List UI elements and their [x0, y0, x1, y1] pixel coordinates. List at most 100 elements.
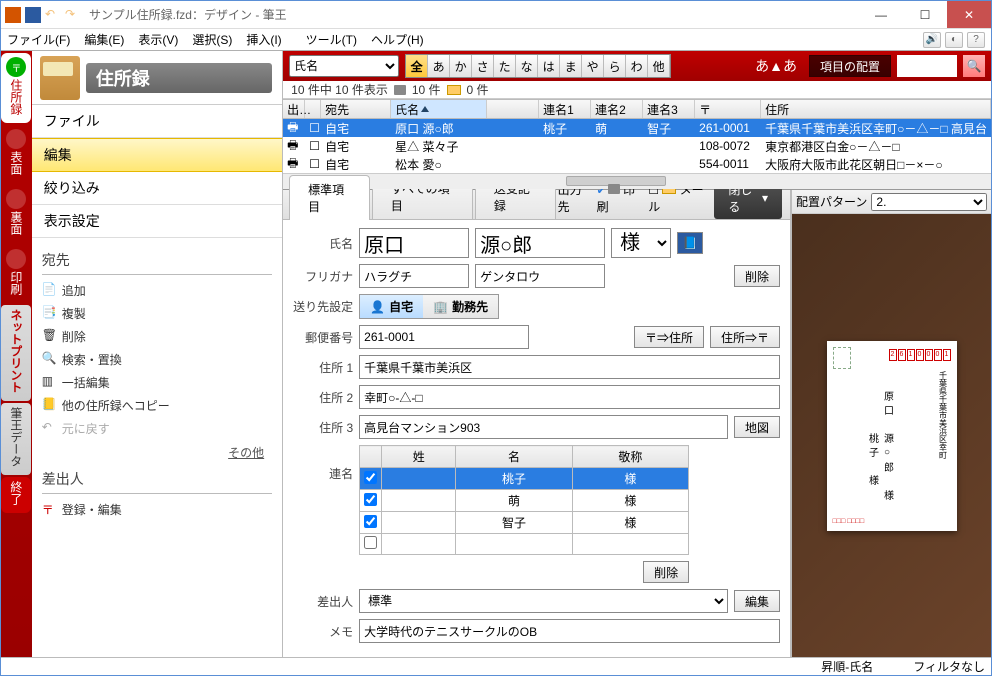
addr3-input[interactable]: [359, 415, 728, 439]
undo-icon[interactable]: ↶: [45, 7, 61, 23]
table-row[interactable]: 🖶☐自宅原口 源○郎桃子萌智子261-0001千葉県千葉市美浜区幸町○－△－□ …: [283, 119, 991, 137]
app-icon: [5, 7, 21, 23]
action-add[interactable]: 📄追加: [42, 279, 272, 302]
furi1-input[interactable]: [359, 264, 469, 288]
panel-title: 住所録: [86, 63, 272, 93]
status-filter: フィルタなし: [913, 658, 985, 675]
action-duplicate[interactable]: 📑複製: [42, 302, 272, 325]
renmei-row[interactable]: 萌様: [360, 490, 689, 512]
redo-icon[interactable]: ↷: [65, 7, 81, 23]
action-bulk[interactable]: ▥一括編集: [42, 371, 272, 394]
close-button[interactable]: ✕: [947, 1, 991, 28]
map-button[interactable]: 地図: [734, 416, 780, 438]
menu-file[interactable]: ファイル(F): [7, 31, 70, 48]
maximize-button[interactable]: ☐: [903, 1, 947, 28]
action-copy[interactable]: 📒他の住所録へコピー: [42, 394, 272, 417]
vtab-exit[interactable]: 終了: [1, 477, 31, 513]
vtab-back[interactable]: 裏面: [1, 185, 31, 243]
sender-heading: 差出人: [42, 465, 272, 494]
dest-home[interactable]: 👤 自宅: [360, 295, 423, 318]
menu-view[interactable]: 表示(V): [138, 31, 178, 48]
name-book-button[interactable]: 📘: [677, 232, 703, 254]
furi2-input[interactable]: [475, 264, 605, 288]
vtab-front[interactable]: 表面: [1, 125, 31, 183]
nav-edit[interactable]: 編集: [32, 138, 282, 172]
kana-ha[interactable]: は: [538, 55, 560, 77]
renmei-row[interactable]: 智子様: [360, 512, 689, 534]
kana-all[interactable]: 全: [406, 55, 428, 77]
grid-hscroll[interactable]: [283, 173, 991, 189]
keisho-select[interactable]: 様: [611, 228, 671, 258]
search-input[interactable]: [897, 55, 957, 77]
vtab-address[interactable]: 〒住所録: [1, 53, 31, 123]
addr2-input[interactable]: [359, 385, 780, 409]
nav-filter[interactable]: 絞り込み: [32, 172, 282, 205]
sort-asc-icon: [421, 106, 429, 112]
menu-tool[interactable]: ツール(T): [306, 31, 357, 48]
search-button[interactable]: 🔍: [963, 55, 985, 77]
shield-icon[interactable]: ◐: [945, 32, 963, 48]
nav-file[interactable]: ファイル: [32, 105, 282, 138]
menu-bar: ファイル(F) 編集(E) 表示(V) 選択(S) 挿入(I) ツール(T) ヘ…: [1, 29, 991, 51]
table-row[interactable]: 🖶☐自宅星△ 菜々子108-0072東京都港区白金○－△－□: [283, 137, 991, 155]
vtab-data[interactable]: 筆王データ: [1, 403, 31, 475]
edit-sender-button[interactable]: 編集: [734, 590, 780, 612]
pattern-select[interactable]: 2.: [871, 193, 987, 211]
dest-heading: 宛先: [42, 246, 272, 275]
sei-input[interactable]: [359, 228, 469, 258]
delete-name-button[interactable]: 削除: [734, 265, 780, 287]
memo-input[interactable]: [359, 619, 780, 643]
book-icon: [40, 56, 80, 100]
grid-header: 出… 宛先 氏名 連名1 連名2 連名3 〒 住所: [283, 99, 991, 119]
save-icon[interactable]: [25, 7, 41, 23]
detail-form: 氏名 様 📘 フリガナ 削除 送り先設定: [283, 220, 790, 657]
kana-na[interactable]: な: [516, 55, 538, 77]
mail-icon: [447, 85, 461, 95]
layout-button[interactable]: 項目の配置: [809, 55, 891, 77]
right-area: 氏名 全 あ か さ た な は ま や ら わ 他 あ▲あ 項目の配置 🔍: [283, 51, 991, 657]
kana-a[interactable]: あ: [428, 55, 450, 77]
action-sender-edit[interactable]: 〒登録・編集: [42, 498, 272, 521]
help-icon[interactable]: ?: [967, 32, 985, 48]
mei-input[interactable]: [475, 228, 605, 258]
addr-to-zip-button[interactable]: 住所⇒〒: [710, 326, 780, 348]
nav-display[interactable]: 表示設定: [32, 205, 282, 238]
minimize-button[interactable]: —: [859, 1, 903, 28]
tab-standard[interactable]: 標準項目: [289, 175, 370, 220]
kana-ra[interactable]: ら: [604, 55, 626, 77]
dest-work[interactable]: 🏢 勤務先: [423, 295, 498, 318]
kana-other[interactable]: 他: [648, 55, 670, 77]
sound-icon[interactable]: 🔊: [923, 32, 941, 48]
action-delete[interactable]: 🗑削除: [42, 325, 272, 348]
addr1-input[interactable]: [359, 355, 780, 379]
postcard-preview: 2610001 千葉県千葉市美浜区幸町 原口 源○郎 様 桃子 様 □□□ □□…: [827, 341, 957, 531]
duplicate-icon: 📑: [42, 305, 56, 319]
kana-ma[interactable]: ま: [560, 55, 582, 77]
zip-to-addr-button[interactable]: 〒⇒住所: [634, 326, 704, 348]
vtab-netprint[interactable]: ネットプリント: [1, 305, 31, 401]
action-find[interactable]: 🔍検索・置換: [42, 348, 272, 371]
address-grid: 出… 宛先 氏名 連名1 連名2 連名3 〒 住所 🖶☐自宅原口 源○郎桃子萌智…: [283, 99, 991, 190]
delete-ren-button[interactable]: 削除: [643, 561, 689, 583]
kana-ta[interactable]: た: [494, 55, 516, 77]
table-row[interactable]: 🖶☐自宅松本 愛○554-0011大阪府大阪市此花区朝日□－×－○: [283, 155, 991, 173]
kana-ka[interactable]: か: [450, 55, 472, 77]
menu-insert[interactable]: 挿入(I): [246, 31, 281, 48]
menu-help[interactable]: ヘルプ(H): [371, 31, 424, 48]
renmei-row[interactable]: 桃子様: [360, 468, 689, 490]
menu-edit[interactable]: 編集(E): [84, 31, 124, 48]
status-sort: 昇順-氏名: [821, 658, 873, 675]
stamp-icon: [833, 347, 851, 369]
vtab-print[interactable]: 印刷: [1, 245, 31, 303]
sort-select[interactable]: 氏名: [289, 55, 399, 77]
kana-sa[interactable]: さ: [472, 55, 494, 77]
zip-input[interactable]: [359, 325, 529, 349]
count-row: 10 件中 10 件表示 10 件 0 件: [283, 81, 991, 99]
bulk-icon: ▥: [42, 374, 56, 388]
sender-select[interactable]: 標準: [359, 589, 728, 613]
menu-select[interactable]: 選択(S): [192, 31, 232, 48]
action-other[interactable]: その他: [42, 440, 272, 465]
kana-wa[interactable]: わ: [626, 55, 648, 77]
kana-ya[interactable]: や: [582, 55, 604, 77]
font-size-toggle[interactable]: あ▲あ: [749, 56, 803, 76]
